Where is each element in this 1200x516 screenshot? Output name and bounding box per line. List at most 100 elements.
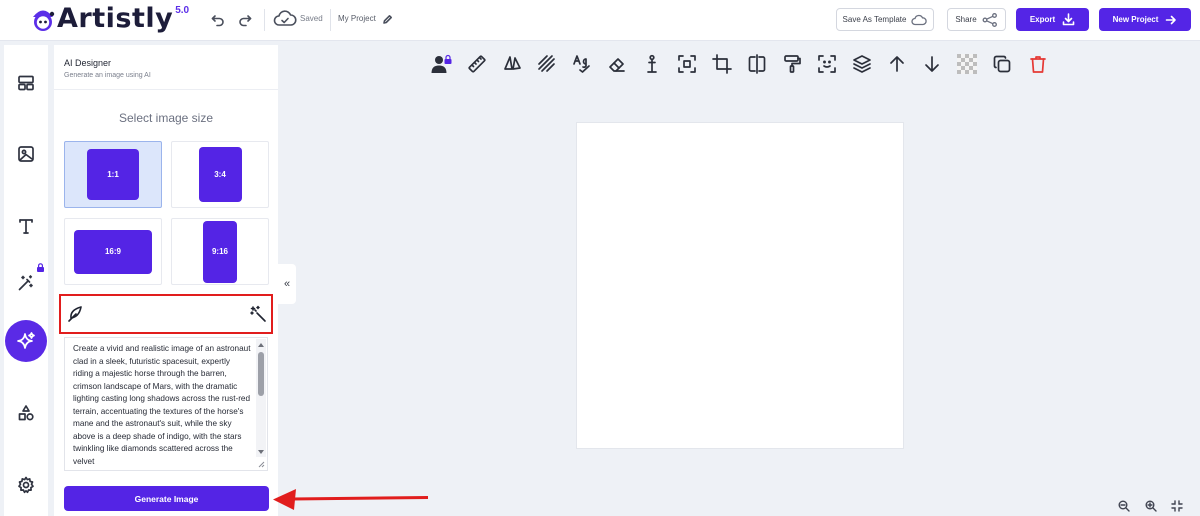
magic-wand-icon — [18, 275, 33, 291]
trash-icon — [1030, 56, 1046, 73]
arrow-right-icon — [1166, 15, 1177, 24]
prompt-scroll-thumb[interactable] — [258, 352, 264, 396]
spellcheck-icon — [573, 55, 590, 73]
left-sidebar — [4, 45, 48, 516]
zoom-out-button[interactable] — [1116, 498, 1132, 514]
crop-icon — [712, 54, 732, 74]
fit-screen-button[interactable] — [1169, 498, 1185, 514]
tool-resize[interactable] — [675, 52, 699, 76]
size-option-label: 3:4 — [198, 147, 242, 202]
layers-icon — [853, 55, 871, 73]
sidebar-item-templates[interactable] — [4, 63, 48, 103]
collapse-panel-button[interactable]: « — [278, 264, 296, 304]
sidebar-item-images[interactable] — [4, 134, 48, 174]
undo-button[interactable] — [208, 11, 228, 29]
logo-mascot-icon — [33, 10, 55, 31]
tool-paint-roller[interactable] — [780, 52, 804, 76]
mirror-icon — [748, 54, 766, 74]
enhance-prompt-button[interactable] — [247, 303, 269, 325]
tool-spellcheck[interactable] — [570, 52, 594, 76]
shapes-icon — [18, 405, 34, 421]
fit-screen-icon — [1171, 500, 1183, 512]
cloud-check-icon — [273, 10, 297, 26]
size-option-9-16[interactable]: 9:16 — [171, 218, 269, 285]
tool-duplicate[interactable] — [990, 52, 1014, 76]
size-option-1-1[interactable]: 1:1 — [64, 141, 162, 208]
new-project-label: New Project — [1112, 15, 1159, 24]
sidebar-item-elements[interactable] — [4, 393, 48, 433]
size-option-label: 16:9 — [74, 229, 152, 274]
logo-text: Artistly — [57, 3, 174, 34]
stripes-icon — [538, 55, 555, 72]
resize-handle-icon[interactable] — [257, 460, 265, 468]
zoom-in-button[interactable] — [1143, 498, 1159, 514]
scroll-up-icon — [258, 343, 264, 347]
tool-delete[interactable] — [1026, 52, 1050, 76]
export-label: Export — [1029, 15, 1056, 24]
tool-focus[interactable] — [815, 52, 839, 76]
share-icon — [982, 12, 997, 27]
rename-project-button[interactable] — [380, 12, 394, 26]
size-option-label: 1:1 — [87, 149, 139, 200]
design-canvas[interactable] — [576, 122, 904, 449]
logo-version: 5.0 — [175, 5, 190, 16]
tool-transparency[interactable] — [955, 52, 979, 76]
feather-icon — [68, 306, 82, 322]
focus-icon — [818, 55, 836, 73]
tool-ruler[interactable] — [465, 52, 489, 76]
save-as-template-button[interactable]: Save As Template — [836, 8, 934, 31]
share-label: Share — [955, 15, 977, 24]
sidebar-item-text[interactable] — [4, 206, 48, 246]
redo-icon — [239, 15, 252, 27]
generate-image-button[interactable]: Generate Image — [64, 486, 269, 511]
zoom-in-icon — [1145, 500, 1157, 512]
size-option-label: 9:16 — [203, 220, 237, 283]
resize-icon — [678, 55, 696, 73]
duplicate-icon — [993, 55, 1011, 73]
prompt-textarea[interactable]: Create a vivid and realistic image of an… — [64, 337, 268, 471]
sidebar-item-ai-designer[interactable] — [5, 320, 47, 362]
size-heading: Select image size — [118, 111, 214, 125]
tool-send-backward[interactable] — [920, 52, 944, 76]
generate-image-label: Generate Image — [134, 493, 199, 504]
user-lock-icon — [431, 54, 452, 73]
export-button[interactable]: Export — [1016, 8, 1089, 31]
scroll-down-icon — [258, 450, 264, 454]
flip-icon — [504, 56, 521, 70]
tool-eraser[interactable] — [605, 52, 629, 76]
transparency-icon — [957, 54, 977, 74]
saved-status: Saved — [300, 14, 323, 23]
panel-header: AI Designer Generate an image using AI — [54, 45, 278, 90]
tool-bring-forward[interactable] — [885, 52, 909, 76]
tool-crop[interactable] — [710, 52, 734, 76]
image-icon — [18, 146, 34, 162]
tool-layers[interactable] — [850, 52, 874, 76]
layout-icon — [18, 75, 34, 91]
sparkles-icon — [17, 332, 35, 349]
tool-flip[interactable] — [500, 52, 524, 76]
sidebar-item-settings[interactable] — [4, 465, 48, 505]
size-option-16-9[interactable]: 16:9 — [64, 218, 162, 285]
size-option-3-4[interactable]: 3:4 — [171, 141, 269, 208]
share-button[interactable]: Share — [947, 8, 1006, 31]
save-as-template-label: Save As Template — [842, 15, 907, 24]
text-icon — [19, 219, 33, 234]
top-bar: Artistly 5.0 Saved My Project Save As Te… — [0, 0, 1200, 41]
ai-designer-panel: AI Designer Generate an image using AI S… — [54, 45, 278, 516]
tool-anchor[interactable] — [640, 52, 664, 76]
tool-pattern[interactable] — [535, 52, 559, 76]
cloud-icon — [911, 14, 928, 25]
collapse-glyph: « — [283, 278, 291, 290]
project-name[interactable]: My Project — [338, 14, 376, 23]
redo-button[interactable] — [235, 11, 255, 29]
anchor-icon — [647, 54, 657, 73]
tool-mirror[interactable] — [745, 52, 769, 76]
cloud-saved-indicator — [272, 9, 298, 29]
tool-user-lock[interactable] — [430, 52, 454, 76]
magic-wand-icon — [250, 305, 266, 322]
app-logo[interactable]: Artistly 5.0 — [30, 3, 189, 37]
undo-icon — [211, 15, 224, 27]
new-project-button[interactable]: New Project — [1099, 8, 1191, 31]
prompt-ideas-button[interactable] — [64, 303, 86, 325]
lock-icon — [37, 263, 44, 272]
